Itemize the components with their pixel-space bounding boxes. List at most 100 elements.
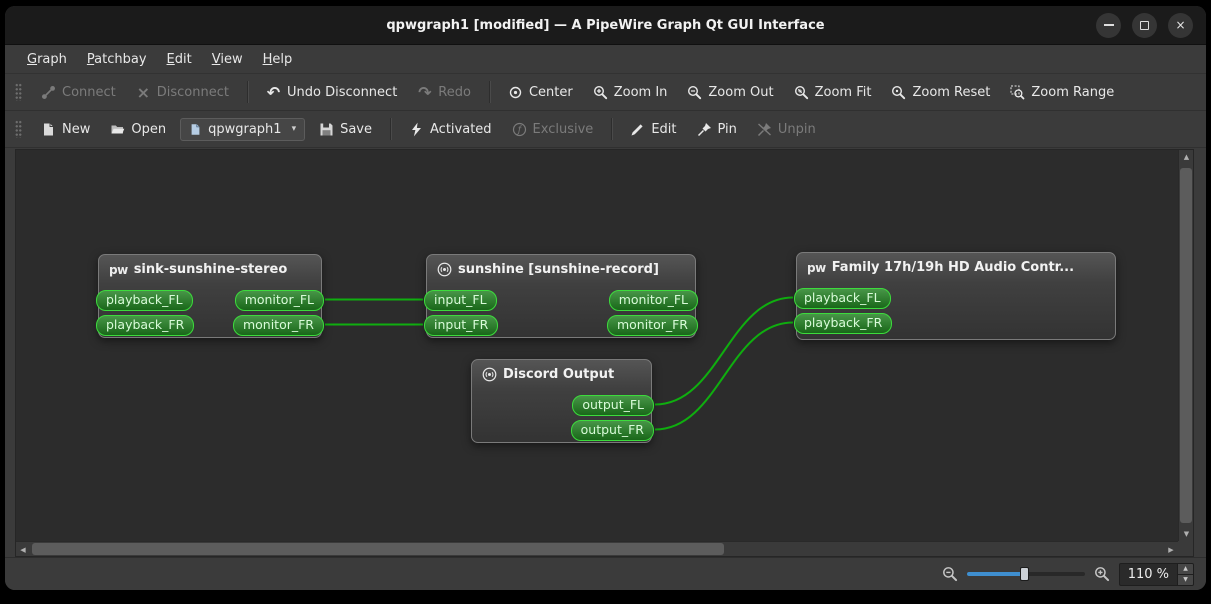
- port-playback-fl[interactable]: playback_FL: [794, 288, 891, 309]
- pin-button[interactable]: Pin: [688, 117, 746, 142]
- connection-output-fr-to-playback-fr[interactable]: [654, 321, 794, 431]
- zoom-fit-button[interactable]: Zoom Fit: [785, 80, 881, 105]
- zoom-out-indicator-icon: [942, 567, 957, 582]
- graph-view: pw sink-sunshine-stereo playback_FL play…: [15, 149, 1194, 557]
- scrollbar-corner: [1178, 541, 1193, 556]
- redo-label: Redo: [438, 84, 471, 100]
- vertical-scroll-track[interactable]: [1180, 164, 1192, 527]
- zoom-in-button[interactable]: Zoom In: [584, 80, 677, 105]
- zoom-spin-up-button[interactable]: ▲: [1178, 563, 1193, 574]
- port-playback-fr[interactable]: playback_FR: [794, 313, 893, 334]
- zoom-range-label: Zoom Range: [1031, 84, 1115, 100]
- minimize-button[interactable]: [1096, 12, 1121, 38]
- port-playback-fl[interactable]: playback_FL: [96, 290, 193, 311]
- node-title: sunshine [sunshine-record]: [458, 262, 659, 277]
- port-monitor-fr[interactable]: monitor_FR: [232, 315, 324, 336]
- vertical-scroll-thumb[interactable]: [1180, 167, 1192, 524]
- spin-buttons: ▲ ▼: [1177, 563, 1193, 585]
- horizontal-scroll-track[interactable]: [30, 543, 1164, 555]
- input-ports: playback_FL playback_FR: [96, 290, 195, 336]
- open-label: Open: [131, 121, 167, 137]
- combo-dropdown-icon: ▾: [291, 124, 297, 134]
- disconnect-label: Disconnect: [156, 84, 229, 100]
- node-discord-output[interactable]: Discord Output output_FL output_FR: [471, 359, 654, 443]
- port-monitor-fr[interactable]: monitor_FR: [606, 315, 698, 336]
- connect-button[interactable]: Connect: [32, 80, 125, 105]
- zoom-slider[interactable]: [966, 566, 1085, 582]
- maximize-button[interactable]: [1132, 12, 1157, 38]
- edit-pencil-icon: [631, 123, 643, 135]
- toolbar-separator: [246, 81, 248, 103]
- open-button[interactable]: Open: [101, 117, 175, 142]
- scroll-down-button[interactable]: ▼: [1179, 527, 1194, 541]
- activated-bolt-icon: [412, 122, 422, 136]
- window-title: qpwgraph1 [modified] — A PipeWire Graph …: [386, 17, 825, 33]
- audio-app-icon: [437, 262, 452, 277]
- menu-graph[interactable]: Graph: [17, 48, 77, 71]
- save-button[interactable]: Save: [310, 117, 381, 142]
- node-sink-sunshine-stereo[interactable]: pw sink-sunshine-stereo playback_FL play…: [96, 254, 324, 338]
- zoom-range-button[interactable]: Zoom Range: [1001, 80, 1123, 105]
- title-bar[interactable]: qpwgraph1 [modified] — A PipeWire Graph …: [5, 6, 1206, 45]
- undo-disconnect-button[interactable]: ↶ Undo Disconnect: [257, 80, 406, 105]
- zoom-fit-label: Zoom Fit: [814, 84, 872, 100]
- toolbar-drag-handle[interactable]: [15, 120, 22, 138]
- node-sunshine-record[interactable]: sunshine [sunshine-record] input_FL inpu…: [424, 254, 698, 338]
- menu-edit[interactable]: Edit: [157, 48, 202, 71]
- redo-icon: ↷: [418, 82, 432, 102]
- center-label: Center: [528, 84, 573, 100]
- zoom-spinbox[interactable]: 110 % ▲ ▼: [1118, 562, 1194, 586]
- port-input-fr[interactable]: input_FR: [424, 315, 499, 336]
- minimize-icon: [1103, 24, 1114, 26]
- save-label: Save: [340, 121, 373, 137]
- zoom-in-icon: [593, 85, 607, 99]
- port-input-fl[interactable]: input_FL: [424, 290, 497, 311]
- scroll-up-button[interactable]: ▲: [1179, 150, 1194, 164]
- toolbar-separator: [488, 81, 490, 103]
- redo-button[interactable]: ↷ Redo: [408, 80, 480, 105]
- scroll-right-button[interactable]: ▶: [1164, 542, 1178, 557]
- port-output-fl[interactable]: output_FL: [572, 395, 654, 416]
- graph-canvas[interactable]: pw sink-sunshine-stereo playback_FL play…: [16, 150, 1178, 541]
- horizontal-scroll-thumb[interactable]: [32, 543, 724, 555]
- close-button[interactable]: ×: [1168, 12, 1193, 38]
- zoom-out-button[interactable]: Zoom Out: [678, 80, 782, 105]
- port-playback-fr[interactable]: playback_FR: [96, 315, 195, 336]
- exclusive-button[interactable]: ƒ Exclusive: [503, 117, 603, 142]
- node-title: sink-sunshine-stereo: [133, 262, 288, 277]
- undo-icon: ↶: [266, 82, 281, 102]
- vertical-scrollbar[interactable]: ▲ ▼: [1178, 150, 1193, 541]
- window-controls: ×: [1096, 12, 1206, 38]
- node-family-hd-audio-controller[interactable]: pw Family 17h/19h HD Audio Contr... play…: [794, 252, 1116, 340]
- connect-icon: [42, 85, 55, 99]
- patchbay-profile-combobox[interactable]: qpwgraph1 ▾: [180, 117, 306, 141]
- new-document-icon: [44, 123, 53, 135]
- zoom-fit-icon: [794, 85, 808, 99]
- save-icon: [320, 123, 333, 135]
- audio-app-icon: [482, 367, 497, 382]
- port-monitor-fl[interactable]: monitor_FL: [608, 290, 698, 311]
- toolbar-drag-handle[interactable]: [15, 83, 22, 101]
- activated-button[interactable]: Activated: [400, 117, 501, 142]
- new-button[interactable]: New: [32, 117, 99, 142]
- node-title: Discord Output: [503, 367, 615, 382]
- zoom-slider-handle[interactable]: [1019, 567, 1029, 581]
- port-output-fr[interactable]: output_FR: [570, 420, 654, 441]
- pipewire-icon: pw: [807, 260, 826, 275]
- pipewire-icon: pw: [109, 262, 128, 277]
- menu-view[interactable]: View: [202, 48, 253, 71]
- scroll-left-button[interactable]: ◀: [16, 542, 30, 557]
- unpin-button[interactable]: Unpin: [748, 117, 825, 142]
- zoom-reset-button[interactable]: Zoom Reset: [882, 80, 999, 105]
- zoom-spin-down-button[interactable]: ▼: [1178, 573, 1193, 585]
- center-button[interactable]: Center: [499, 80, 582, 105]
- menu-patchbay[interactable]: Patchbay: [77, 48, 157, 71]
- horizontal-scrollbar[interactable]: ◀ ▶: [16, 541, 1178, 556]
- menu-help[interactable]: Help: [253, 48, 303, 71]
- toolbar-separator: [611, 118, 613, 140]
- port-monitor-fl[interactable]: monitor_FL: [234, 290, 324, 311]
- undo-disconnect-label: Undo Disconnect: [286, 84, 398, 100]
- zoom-range-icon: [1010, 85, 1025, 99]
- edit-button[interactable]: Edit: [621, 117, 685, 142]
- disconnect-button[interactable]: × Disconnect: [127, 80, 238, 105]
